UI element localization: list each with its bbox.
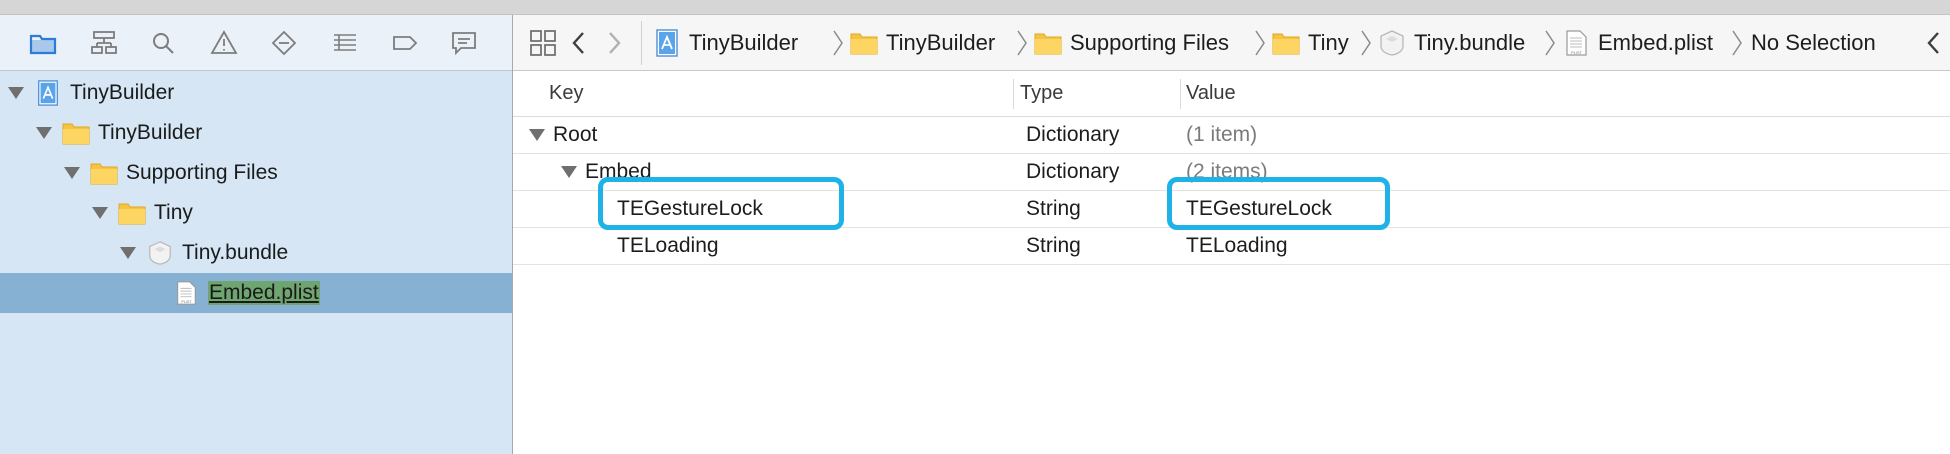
chevron-left-icon bbox=[1927, 31, 1939, 54]
breadcrumb-tinybuilder-group[interactable]: TinyBuilder bbox=[850, 15, 995, 70]
plist-row-teloading[interactable]: TELoading String TELoading bbox=[513, 228, 1950, 265]
breadcrumb-tinybuilder-project[interactable]: TinyBuilder bbox=[653, 15, 798, 70]
breadcrumb-tiny-bundle[interactable]: Tiny.bundle bbox=[1378, 15, 1525, 70]
tree-item-label: TinyBuilder bbox=[70, 81, 175, 104]
jump-bar: TinyBuilder TinyBuilder Supporting Files… bbox=[513, 15, 1950, 71]
folder-icon bbox=[850, 29, 878, 57]
hierarchy-icon[interactable] bbox=[88, 27, 120, 59]
breadcrumb-label: TinyBuilder bbox=[689, 29, 799, 55]
plist-type[interactable]: String bbox=[1026, 191, 1081, 227]
disclosure-triangle-icon[interactable] bbox=[64, 167, 80, 179]
column-header-type[interactable]: Type bbox=[1020, 71, 1063, 116]
navigator-selector-bar bbox=[0, 15, 512, 71]
tree-item-embed-plist[interactable]: PLIST Embed.plist bbox=[0, 273, 512, 313]
collapse-button[interactable] bbox=[1925, 15, 1943, 70]
folder-icon bbox=[118, 200, 146, 226]
breadcrumb-supporting-files[interactable]: Supporting Files bbox=[1034, 15, 1229, 70]
tag-icon[interactable] bbox=[389, 27, 421, 59]
plist-file-icon: PLIST bbox=[172, 280, 200, 306]
breadcrumb-label: No Selection bbox=[1751, 29, 1876, 55]
breadcrumb-label: Tiny bbox=[1308, 29, 1349, 55]
breadcrumb-label: TinyBuilder bbox=[886, 29, 996, 55]
disclosure-triangle-icon[interactable] bbox=[561, 166, 577, 178]
plist-editor: Key Type Value Root Dictionary (1 item) … bbox=[513, 71, 1950, 454]
xcode-project-icon bbox=[34, 80, 62, 106]
tree-item-label: Tiny.bundle bbox=[182, 241, 289, 264]
tree-item-label: Supporting Files bbox=[126, 161, 278, 184]
breadcrumb-separator-icon bbox=[1016, 29, 1028, 57]
plist-value[interactable]: TELoading bbox=[1186, 228, 1288, 264]
header-label: Key bbox=[549, 82, 584, 104]
tree-item-tiny[interactable]: Tiny bbox=[0, 193, 512, 233]
breadcrumb-separator-icon bbox=[1544, 29, 1556, 57]
disclosure-triangle-icon[interactable] bbox=[529, 129, 545, 141]
plist-type[interactable]: Dictionary bbox=[1026, 117, 1119, 153]
breadcrumb-no-selection[interactable]: No Selection bbox=[1751, 15, 1876, 70]
xcode-project-icon bbox=[653, 28, 681, 57]
disclosure-triangle-icon[interactable] bbox=[120, 247, 136, 259]
plist-row-root[interactable]: Root Dictionary (1 item) bbox=[513, 117, 1950, 154]
bundle-icon bbox=[1378, 29, 1406, 57]
tree-item-label: TinyBuilder bbox=[98, 121, 203, 144]
disclosure-triangle-icon[interactable] bbox=[36, 127, 52, 139]
chevron-left-icon bbox=[572, 31, 584, 54]
window-top-strip bbox=[0, 0, 1950, 15]
header-label: Type bbox=[1020, 82, 1064, 104]
disclosure-triangle-icon[interactable] bbox=[92, 207, 108, 219]
bundle-icon bbox=[146, 240, 174, 266]
svg-text:PLIST: PLIST bbox=[181, 300, 192, 304]
column-divider[interactable] bbox=[1180, 79, 1181, 109]
column-header-key[interactable]: Key bbox=[549, 71, 583, 116]
tree-item-label: Embed.plist bbox=[208, 281, 320, 305]
folder-icon bbox=[62, 120, 90, 146]
project-navigator: TinyBuilder TinyBuilder Supporting Files… bbox=[0, 15, 513, 454]
toolbar-divider bbox=[641, 21, 642, 65]
disclosure-triangle-icon[interactable] bbox=[8, 87, 24, 99]
tree-item-label: Tiny bbox=[154, 201, 193, 224]
folder-icon bbox=[1272, 29, 1300, 57]
column-header-value[interactable]: Value bbox=[1186, 71, 1236, 116]
breadcrumb-embed-plist[interactable]: PLIST Embed.plist bbox=[1562, 15, 1713, 70]
folder-icon bbox=[90, 160, 118, 186]
related-items-button[interactable] bbox=[528, 15, 558, 70]
warning-icon[interactable] bbox=[208, 27, 240, 59]
breadcrumb-separator-icon bbox=[1731, 29, 1743, 57]
breadcrumb-tiny[interactable]: Tiny bbox=[1272, 15, 1349, 70]
tree-item-supporting-files[interactable]: Supporting Files bbox=[0, 153, 512, 193]
breadcrumb-label: Supporting Files bbox=[1070, 29, 1229, 55]
search-icon[interactable] bbox=[147, 27, 179, 59]
plist-file-icon: PLIST bbox=[1562, 29, 1590, 57]
chevron-right-icon bbox=[609, 31, 621, 54]
plist-key[interactable]: TELoading bbox=[617, 228, 719, 264]
svg-text:PLIST: PLIST bbox=[1571, 50, 1583, 55]
breadcrumb-label: Tiny.bundle bbox=[1414, 29, 1526, 55]
folder-icon bbox=[1034, 29, 1062, 57]
list-icon[interactable] bbox=[329, 27, 361, 59]
plist-key[interactable]: Root bbox=[553, 123, 597, 147]
tree-item-tinybuilder-project[interactable]: TinyBuilder bbox=[0, 73, 512, 113]
tree-item-tiny-bundle[interactable]: Tiny.bundle bbox=[0, 233, 512, 273]
plist-type[interactable]: String bbox=[1026, 228, 1081, 264]
back-button[interactable] bbox=[570, 15, 588, 70]
forward-button[interactable] bbox=[605, 15, 623, 70]
value-highlight-callout bbox=[1167, 177, 1390, 230]
plist-type[interactable]: Dictionary bbox=[1026, 154, 1119, 190]
breadcrumb-label: Embed.plist bbox=[1598, 29, 1713, 55]
tree-item-tinybuilder-group[interactable]: TinyBuilder bbox=[0, 113, 512, 153]
comment-icon[interactable] bbox=[448, 27, 480, 59]
breadcrumb-separator-icon bbox=[832, 29, 844, 57]
diamond-icon[interactable] bbox=[268, 27, 300, 59]
breadcrumb-separator-icon bbox=[1254, 29, 1266, 57]
breadcrumb-separator-icon bbox=[1360, 29, 1372, 57]
key-highlight-callout bbox=[598, 177, 844, 230]
grid-icon bbox=[530, 29, 556, 56]
header-label: Value bbox=[1186, 82, 1236, 104]
column-divider[interactable] bbox=[1013, 79, 1014, 109]
folder-icon[interactable] bbox=[27, 27, 59, 59]
plist-value: (1 item) bbox=[1186, 123, 1258, 146]
